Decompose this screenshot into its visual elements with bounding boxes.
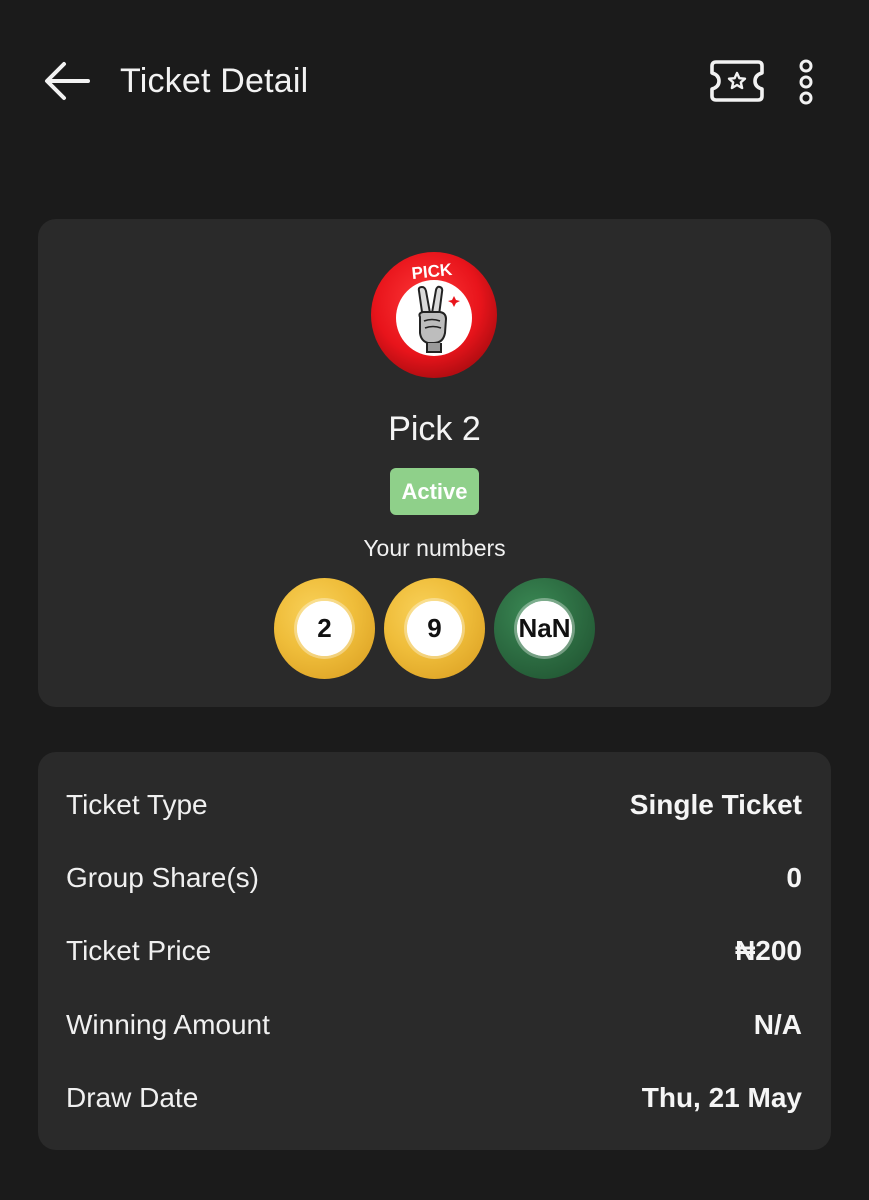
detail-row-ticket-price: Ticket Price ₦200 (66, 929, 802, 973)
detail-value: 0 (786, 862, 802, 893)
ticket-detail-screen: Ticket Detail PICK Pick 2 Active Your nu… (0, 0, 869, 1200)
top-app-bar: Ticket Detail (0, 0, 869, 160)
your-numbers-label: Your numbers (363, 535, 506, 561)
back-button[interactable] (36, 54, 96, 110)
selected-numbers: 2 9 NaN (274, 578, 596, 680)
ball-number: NaN (518, 613, 571, 643)
game-name: Pick 2 (388, 410, 481, 448)
ticket-star-icon (710, 60, 764, 102)
number-ball: 9 (384, 578, 485, 679)
detail-label: Draw Date (66, 1082, 199, 1113)
status-badge: Active (390, 468, 479, 515)
detail-value: ₦200 (735, 935, 802, 966)
more-options-button[interactable] (788, 54, 824, 110)
ticket-details-card: Ticket Type Single Ticket Group Share(s)… (38, 752, 831, 1150)
number-ball: 2 (274, 578, 375, 679)
detail-value: N/A (753, 1009, 802, 1040)
arrow-left-icon (45, 62, 90, 100)
page-title: Ticket Detail (120, 62, 309, 100)
detail-value: Thu, 21 May (641, 1082, 802, 1113)
detail-row-winning-amount: Winning Amount N/A (66, 1003, 802, 1047)
pick-peace-hand-icon: PICK (371, 252, 497, 378)
more-vertical-icon (799, 59, 813, 105)
detail-row-group-shares: Group Share(s) 0 (66, 856, 802, 900)
ball-number: 9 (427, 613, 442, 643)
detail-label: Winning Amount (66, 1009, 270, 1040)
ticket-button[interactable] (706, 56, 768, 106)
game-logo: PICK (370, 251, 498, 379)
detail-label: Ticket Price (66, 935, 212, 966)
detail-label: Group Share(s) (66, 862, 259, 893)
detail-label: Ticket Type (66, 789, 208, 820)
game-summary-card: PICK Pick 2 Active Your numbers 2 9 NaN (38, 219, 831, 707)
detail-row-ticket-type: Ticket Type Single Ticket (66, 783, 802, 827)
number-ball: NaN (494, 578, 595, 679)
ball-number: 2 (317, 613, 332, 643)
detail-row-draw-date: Draw Date Thu, 21 May (66, 1076, 802, 1120)
detail-value: Single Ticket (629, 789, 802, 820)
